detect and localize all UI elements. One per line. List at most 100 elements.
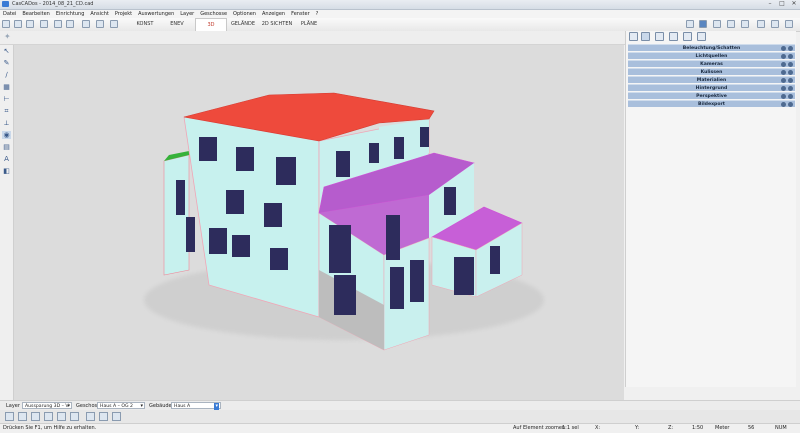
- snap-icon[interactable]: [5, 412, 14, 421]
- redo-icon[interactable]: [66, 20, 74, 28]
- sparkle-icon[interactable]: ✦: [4, 33, 12, 41]
- tab-gelaende[interactable]: GELÄNDE: [228, 18, 258, 30]
- window-tool-icon[interactable]: ⌗: [2, 107, 11, 115]
- light-icon[interactable]: [655, 32, 664, 41]
- panel-row-beleuchtung[interactable]: Beleuchtung/Schatten: [628, 44, 795, 51]
- texture-icon[interactable]: [669, 32, 678, 41]
- tab-3d[interactable]: 3D: [195, 18, 227, 31]
- toggle-icon[interactable]: [788, 62, 793, 67]
- tab-2d-sichten[interactable]: 2D SICHTEN: [260, 18, 294, 30]
- toggle-icon[interactable]: [788, 94, 793, 99]
- menu-bearbeiten[interactable]: Bearbeiten: [22, 11, 49, 17]
- panel-row-label: Hintergrund: [695, 86, 728, 91]
- building-visibility-icon[interactable]: [70, 412, 79, 421]
- bookmark-icon[interactable]: [757, 20, 765, 28]
- toggle-icon[interactable]: [781, 70, 786, 75]
- toggle-icon[interactable]: [788, 46, 793, 51]
- image-icon[interactable]: [771, 20, 779, 28]
- panel-row-materialien[interactable]: Materialien: [628, 76, 795, 83]
- menu-geschosse[interactable]: Geschosse: [200, 11, 227, 17]
- layer-select[interactable]: Aussparung 3D – V ▾: [22, 402, 72, 409]
- menu-bar: Datei Bearbeiten Einrichtung Ansicht Pro…: [0, 10, 800, 18]
- render-mode-icon[interactable]: [629, 32, 638, 41]
- zoom-window-icon[interactable]: [96, 20, 104, 28]
- toggle-icon[interactable]: [788, 102, 793, 107]
- toggle-icon[interactable]: [781, 62, 786, 67]
- toggle-icon[interactable]: [781, 102, 786, 107]
- toggle-icon[interactable]: [788, 78, 793, 83]
- camera-tool-icon[interactable]: ◉: [2, 131, 11, 139]
- tab-konst[interactable]: KONST: [130, 18, 160, 30]
- layer-select-value: Aussparung 3D – V: [25, 404, 69, 409]
- toggle-icon[interactable]: [788, 70, 793, 75]
- clipboard-icon[interactable]: [785, 20, 793, 28]
- ortho-icon[interactable]: [31, 412, 40, 421]
- list-icon[interactable]: [99, 412, 108, 421]
- maximize-button[interactable]: □: [776, 0, 788, 8]
- panel-row-label: Lichtquellen: [695, 54, 728, 59]
- toggle-icon[interactable]: [781, 54, 786, 59]
- layer-visibility-icon[interactable]: [44, 412, 53, 421]
- undo-icon[interactable]: [54, 20, 62, 28]
- shading-icon[interactable]: [641, 32, 650, 41]
- grid-icon[interactable]: ▤: [2, 143, 11, 151]
- menu-datei[interactable]: Datei: [3, 11, 16, 17]
- settings-icon[interactable]: [112, 412, 121, 421]
- toggle-icon[interactable]: [788, 86, 793, 91]
- tab-enev[interactable]: ENEV: [162, 18, 192, 30]
- menu-ansicht[interactable]: Ansicht: [90, 11, 108, 17]
- wall-icon[interactable]: ▦: [2, 83, 11, 91]
- text-tool-icon[interactable]: A: [2, 155, 11, 163]
- floor-visibility-icon[interactable]: [57, 412, 66, 421]
- fill-icon[interactable]: ◧: [2, 167, 11, 175]
- zoom-in-icon[interactable]: [82, 20, 90, 28]
- render-settings-icon[interactable]: [699, 20, 707, 28]
- table-icon[interactable]: [86, 412, 95, 421]
- panel-row-bildexport[interactable]: Bildexport: [628, 100, 795, 107]
- panel-row-kameras[interactable]: Kameras: [628, 60, 795, 67]
- new-file-icon[interactable]: [2, 20, 10, 28]
- menu-einrichtung[interactable]: Einrichtung: [56, 11, 85, 17]
- toggle-icon[interactable]: [788, 54, 793, 59]
- window: [444, 187, 456, 215]
- toggle-icon[interactable]: [781, 46, 786, 51]
- measure-icon[interactable]: ⟂: [2, 119, 11, 127]
- line-icon[interactable]: ∕: [2, 71, 11, 79]
- menu-projekt[interactable]: Projekt: [115, 11, 132, 17]
- camera-icon[interactable]: [683, 32, 692, 41]
- tree-icon[interactable]: [741, 20, 749, 28]
- save-icon[interactable]: [26, 20, 34, 28]
- toggle-icon[interactable]: [781, 86, 786, 91]
- globe-icon[interactable]: [727, 20, 735, 28]
- grid-snap-icon[interactable]: [18, 412, 27, 421]
- toggle-icon[interactable]: [781, 94, 786, 99]
- print-icon[interactable]: [40, 20, 48, 28]
- panel-row-label: Perspektive: [696, 94, 727, 99]
- toggle-icon[interactable]: [781, 78, 786, 83]
- select-arrow-icon[interactable]: ↖: [2, 47, 11, 55]
- export-icon[interactable]: [697, 32, 706, 41]
- dimension-icon[interactable]: ⊢: [2, 95, 11, 103]
- panel-row-hintergrund[interactable]: Hintergrund: [628, 84, 795, 91]
- pen-icon[interactable]: ✎: [2, 59, 11, 67]
- geschoss-select[interactable]: Haus A – OG 2 ▾: [97, 402, 145, 409]
- zoom-all-icon[interactable]: [110, 20, 118, 28]
- panel-row-kulissen[interactable]: Kulissen: [628, 68, 795, 75]
- menu-layer[interactable]: Layer: [180, 11, 194, 17]
- menu-auswertungen[interactable]: Auswertungen: [138, 11, 174, 17]
- gebaeude-select[interactable]: Haus A ▾: [171, 402, 221, 410]
- close-button[interactable]: ✕: [788, 0, 800, 8]
- panel-row-perspektive[interactable]: Perspektive: [628, 92, 795, 99]
- menu-fenster[interactable]: Fenster: [291, 11, 310, 17]
- status-z-label: Z:: [668, 425, 674, 431]
- menu-anzeigen[interactable]: Anzeigen: [262, 11, 285, 17]
- display-icon[interactable]: [713, 20, 721, 28]
- panel-row-lichtquellen[interactable]: Lichtquellen: [628, 52, 795, 59]
- menu-help[interactable]: ?: [316, 11, 319, 17]
- menu-optionen[interactable]: Optionen: [233, 11, 256, 17]
- 3d-viewport[interactable]: [14, 45, 624, 400]
- open-folder-icon[interactable]: [14, 20, 22, 28]
- minimize-button[interactable]: –: [764, 0, 776, 8]
- panel-layout-icon[interactable]: [686, 20, 694, 28]
- tab-plaene[interactable]: PLÄNE: [296, 18, 322, 30]
